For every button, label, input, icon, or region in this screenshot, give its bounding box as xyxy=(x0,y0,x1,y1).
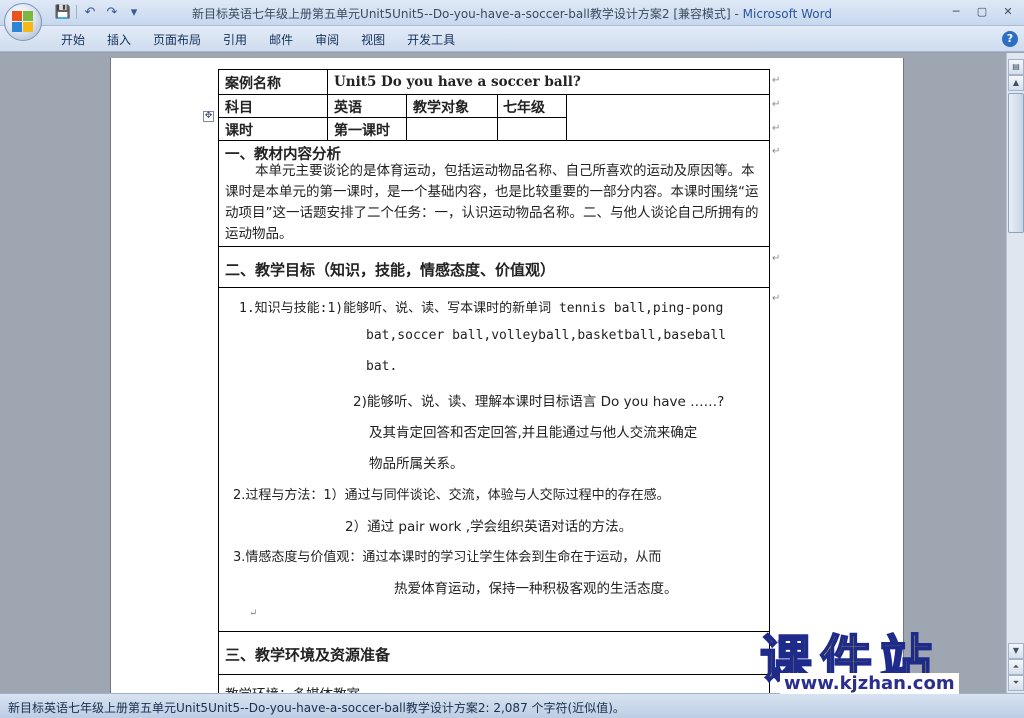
cell-subject-label[interactable]: 科目 xyxy=(218,94,328,118)
objective-line-5: 及其肯定回答和否定回答,并且能通过与他人交流来确定 xyxy=(369,425,698,441)
office-button[interactable] xyxy=(4,3,42,41)
case-name-value: Unit5 Do you have a soccer ball? xyxy=(334,74,581,90)
period-label: 课时 xyxy=(225,123,253,139)
objective-line-7: 2.过程与方法：1）通过与同伴谈论、交流，体验与人交际过程中的存在感。 xyxy=(233,488,670,503)
ribbon-tabs: 开始 插入 页面布局 引用 邮件 审阅 视图 开发工具 ? xyxy=(0,26,1024,52)
audience-value: 七年级 xyxy=(503,100,545,116)
close-button[interactable]: ✕ xyxy=(996,2,1020,20)
cell-period-label[interactable]: 课时 xyxy=(218,117,328,141)
document-title: 新目标英语七年级上册第五单元Unit5Unit5--Do-you-have-a-… xyxy=(192,7,743,21)
tab-2[interactable]: 页面布局 xyxy=(142,31,212,49)
objective-line-8: 2）通过 pair work ,学会组织英语对话的方法。 xyxy=(345,519,633,535)
cell-period-empty[interactable] xyxy=(406,117,498,141)
period-value: 第一课时 xyxy=(334,123,390,139)
office-logo-icon xyxy=(12,11,34,33)
row-end-mark-3: ↵ xyxy=(772,123,781,134)
scroll-up-icon[interactable]: ▲ xyxy=(1008,75,1024,91)
cell-section1[interactable]: 一、教材内容分析 本单元主要谈论的是体育运动，包括运动物品名称、自己所喜欢的运动… xyxy=(218,140,770,247)
cell-subject-value[interactable]: 英语 xyxy=(327,94,407,118)
cell-audience-value[interactable]: 七年级 xyxy=(497,94,567,118)
cell-period-value[interactable]: 第一课时 xyxy=(327,117,407,141)
cell-section3-header[interactable]: 三、教学环境及资源准备 xyxy=(218,631,770,675)
tab-list: 开始 插入 页面布局 引用 邮件 审阅 视图 开发工具 xyxy=(50,31,466,49)
objective-line-6: 物品所属关系。 xyxy=(369,456,464,472)
tab-0[interactable]: 开始 xyxy=(50,31,96,49)
tab-3[interactable]: 引用 xyxy=(212,31,258,49)
document-area: ✥ 案例名称 Unit5 Do you have a soccer ball? … xyxy=(0,53,1006,693)
row-end-mark-1: ↵ xyxy=(772,75,781,86)
section2-title: 二、教学目标（知识，技能，情感态度、价值观） xyxy=(225,261,556,279)
title-bar: 💾 ↶ ↷ ▾ 新目标英语七年级上册第五单元Unit5Unit5--Do-you… xyxy=(0,0,1024,26)
minimize-button[interactable]: ─ xyxy=(944,2,968,20)
cell-case-name-label[interactable]: 案例名称 xyxy=(218,69,328,95)
vertical-scrollbar[interactable]: ▤ ▲ ▼ ⏶ ⏷ xyxy=(1006,53,1024,693)
objective-line-1: 1.知识与技能:1)能够听、说、读、写本课时的新单词 tennis ball,p… xyxy=(239,301,724,316)
cell-case-name-value[interactable]: Unit5 Do you have a soccer ball? xyxy=(327,69,770,95)
next-page-icon[interactable]: ⏷ xyxy=(1008,675,1024,691)
row-end-mark-6: ↵ xyxy=(772,293,781,304)
tab-5[interactable]: 审阅 xyxy=(304,31,350,49)
scrollbar-thumb[interactable] xyxy=(1008,93,1024,233)
cell-section2-body[interactable]: 1.知识与技能:1)能够听、说、读、写本课时的新单词 tennis ball,p… xyxy=(218,287,770,632)
objective-line-2: bat,soccer ball,volleyball,basketball,ba… xyxy=(366,328,727,343)
subject-label: 科目 xyxy=(225,100,253,116)
objective-line-3: bat. xyxy=(366,359,398,374)
status-bar: 新目标英语七年级上册第五单元Unit5Unit5--Do-you-have-a-… xyxy=(0,693,1024,718)
help-icon[interactable]: ? xyxy=(1002,31,1018,47)
subject-value: 英语 xyxy=(334,100,362,116)
kjzhan-watermark: 课件站 www.kjzhan.com xyxy=(759,618,1010,696)
ruler-toggle-icon[interactable]: ▤ xyxy=(1008,59,1024,75)
maximize-button[interactable]: ▢ xyxy=(970,2,994,20)
audience-label: 教学对象 xyxy=(413,100,469,116)
watermark-url: www.kjzhan.com xyxy=(780,673,959,694)
section3-title: 三、教学环境及资源准备 xyxy=(225,646,391,664)
cell-audience-label[interactable]: 教学对象 xyxy=(406,94,498,118)
tab-4[interactable]: 邮件 xyxy=(258,31,304,49)
objective-line-10: 热爱体育运动，保持一种积极客观的生活态度。 xyxy=(394,581,678,597)
row-end-mark-4: ↵ xyxy=(772,146,781,157)
app-name: Microsoft Word xyxy=(742,7,832,21)
cell-section3-body[interactable]: 教学环境：多媒体教室 xyxy=(218,674,770,693)
scroll-down-icon[interactable]: ▼ xyxy=(1008,643,1024,659)
previous-page-icon[interactable]: ⏶ xyxy=(1008,659,1024,675)
tab-1[interactable]: 插入 xyxy=(96,31,142,49)
tab-6[interactable]: 视图 xyxy=(350,31,396,49)
row-end-mark-2: ↵ xyxy=(772,99,781,110)
objective-line-9: 3.情感态度与价值观：通过本课时的学习让学生体会到生命在于运动，从而 xyxy=(233,550,662,565)
paragraph-mark: ↵ xyxy=(249,608,258,619)
cell-section2-header[interactable]: 二、教学目标（知识，技能，情感态度、价值观） xyxy=(218,246,770,288)
section3-body: 教学环境：多媒体教室 xyxy=(225,683,360,693)
row-end-mark-5: ↵ xyxy=(772,253,781,264)
status-text: 新目标英语七年级上册第五单元Unit5Unit5--Do-you-have-a-… xyxy=(8,701,625,715)
window-controls: ─ ▢ ✕ xyxy=(944,2,1020,20)
section1-body: 本单元主要谈论的是体育运动，包括运动物品名称、自己所喜欢的运动及原因等。本课时是… xyxy=(225,163,759,242)
window-title: 新目标英语七年级上册第五单元Unit5Unit5--Do-you-have-a-… xyxy=(0,5,1024,22)
table-move-handle-icon[interactable]: ✥ xyxy=(203,111,214,122)
objective-line-4: 2)能够听、说、读、理解本课时目标语言 Do you have ……? xyxy=(353,394,725,410)
cell-period-empty-2[interactable] xyxy=(497,117,567,141)
cell-merged-right[interactable] xyxy=(566,94,770,141)
case-name-label: 案例名称 xyxy=(225,76,281,92)
tab-7[interactable]: 开发工具 xyxy=(396,31,466,49)
